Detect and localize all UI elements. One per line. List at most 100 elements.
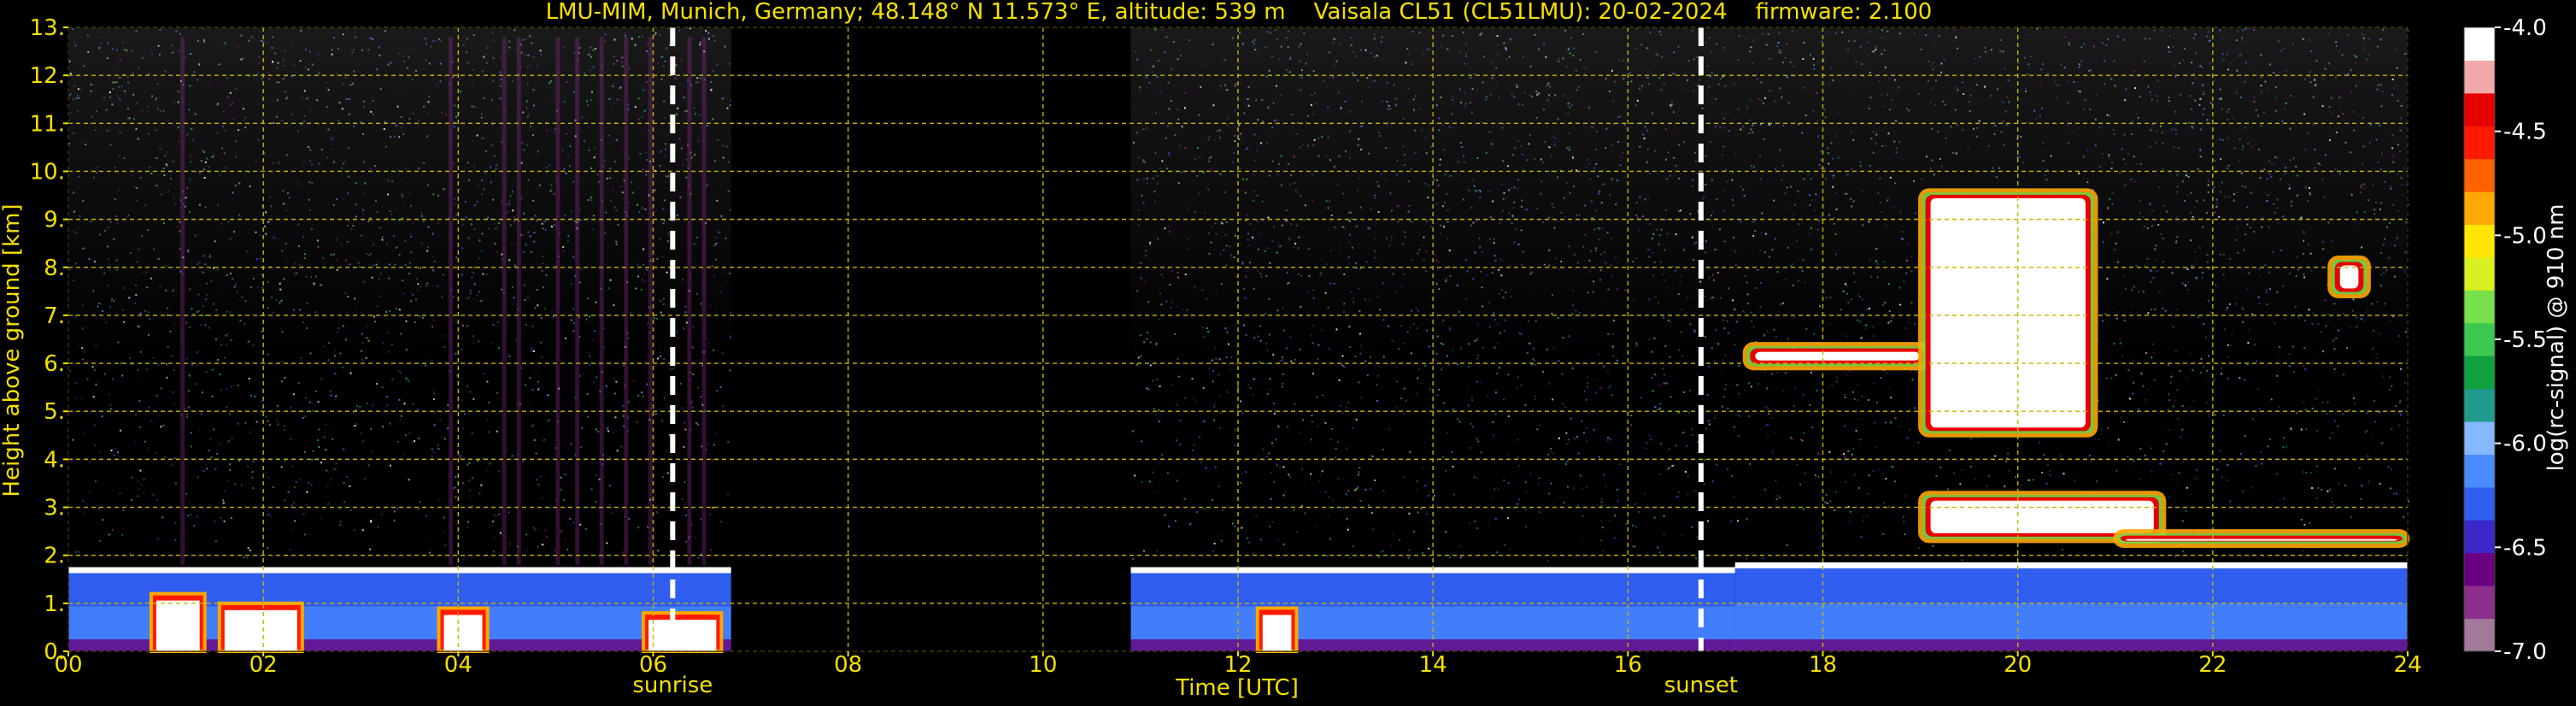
noise-speck	[1801, 439, 1804, 442]
noise-speck	[2216, 468, 2219, 471]
noise-speck	[437, 444, 439, 447]
noise-speck	[283, 429, 285, 431]
noise-speck	[2108, 441, 2110, 444]
noise-speck	[1284, 491, 1287, 494]
noise-speck	[89, 410, 91, 413]
noise-speck	[139, 469, 142, 472]
noise-speck	[1890, 397, 1892, 399]
noise-speck	[1961, 468, 1963, 471]
noise-speck	[489, 462, 491, 465]
noise-speck	[2133, 460, 2135, 462]
noise-speck	[1552, 452, 1554, 455]
noise-speck	[498, 513, 501, 515]
noise-speck	[1663, 532, 1665, 535]
noise-speck	[1548, 382, 1551, 385]
noise-speck	[1451, 450, 1453, 453]
noise-speck	[1145, 387, 1147, 390]
noise-speck	[112, 528, 114, 531]
noise-speck	[2327, 401, 2329, 403]
noise-speck	[249, 431, 252, 433]
noise-speck	[1803, 508, 1805, 510]
noise-speck	[1548, 492, 1551, 495]
noise-speck	[1516, 386, 1518, 389]
noise-speck	[1227, 507, 1229, 509]
noise-speck	[108, 533, 110, 536]
noise-speck	[2117, 438, 2120, 441]
noise-speck	[597, 431, 600, 432]
noise-speck	[1609, 385, 1611, 387]
noise-speck	[1354, 489, 1357, 491]
noise-speck	[1495, 391, 1497, 394]
noise-speck	[2167, 364, 2169, 367]
noise-speck	[1282, 466, 1285, 468]
noise-speck	[308, 481, 310, 484]
noise-speck	[1276, 464, 1278, 467]
noise-speck	[534, 528, 537, 531]
noise-speck	[1658, 551, 1661, 554]
noise-speck	[1269, 388, 1271, 391]
noise-speck	[2226, 479, 2228, 481]
noise-speck	[170, 464, 173, 467]
noise-speck	[92, 409, 95, 411]
noise-speck	[1603, 474, 1605, 476]
noise-speck	[1212, 380, 1214, 383]
noise-speck	[1564, 406, 1567, 409]
noise-speck	[483, 373, 485, 375]
noise-speck	[1586, 385, 1588, 388]
noise-speck	[622, 405, 625, 407]
noise-speck	[185, 492, 188, 495]
noise-speck	[2127, 369, 2130, 372]
noise-speck	[1341, 411, 1344, 414]
noise-speck	[1872, 470, 1875, 473]
noise-speck	[327, 503, 330, 505]
noise-speck	[173, 403, 176, 405]
noise-speck	[1517, 503, 1519, 505]
noise-speck	[109, 403, 112, 406]
noise-speck	[520, 367, 523, 369]
noise-speck	[1663, 515, 1665, 517]
noise-speck	[1882, 532, 1885, 535]
noise-speck	[1407, 556, 1410, 559]
noise-speck	[1317, 480, 1320, 482]
noise-speck	[1776, 494, 1779, 497]
noise-speck	[297, 382, 300, 385]
noise-speck	[1931, 462, 1933, 463]
noise-speck	[1358, 467, 1361, 469]
noise-speck	[1844, 393, 1846, 396]
noise-speck	[587, 415, 589, 418]
noise-speck	[349, 509, 352, 512]
noise-speck	[1366, 374, 1369, 377]
noise-speck	[1708, 423, 1710, 426]
noise-speck	[1336, 441, 1339, 444]
noise-speck	[1417, 377, 1419, 379]
noise-speck	[229, 413, 231, 415]
noise-speck	[1691, 526, 1693, 528]
noise-speck	[1688, 411, 1690, 414]
noise-speck	[2368, 480, 2370, 483]
noise-speck	[1241, 412, 1244, 415]
noise-speck	[2110, 377, 2113, 379]
noise-speck	[1563, 502, 1565, 504]
noise-speck	[1909, 409, 1911, 411]
noise-speck	[185, 414, 188, 416]
noise-speck	[2316, 429, 2318, 432]
noise-speck	[1231, 522, 1234, 525]
noise-speck	[289, 549, 291, 551]
noise-speck	[1234, 444, 1236, 447]
noise-speck	[538, 387, 541, 390]
noise-speck	[1588, 411, 1591, 414]
noise-speck	[2331, 501, 2333, 503]
noise-speck	[412, 441, 414, 444]
noise-speck	[330, 479, 332, 481]
noise-speck	[1487, 521, 1489, 524]
noise-speck	[138, 400, 141, 403]
noise-speck	[579, 401, 582, 403]
noise-speck	[2092, 488, 2095, 491]
noise-speck	[2179, 370, 2181, 372]
noise-speck	[405, 434, 408, 437]
noise-speck	[529, 377, 531, 379]
noise-speck	[1826, 409, 1828, 412]
noise-speck	[713, 444, 715, 446]
noise-speck	[2366, 411, 2368, 414]
noise-speck	[2186, 486, 2188, 489]
